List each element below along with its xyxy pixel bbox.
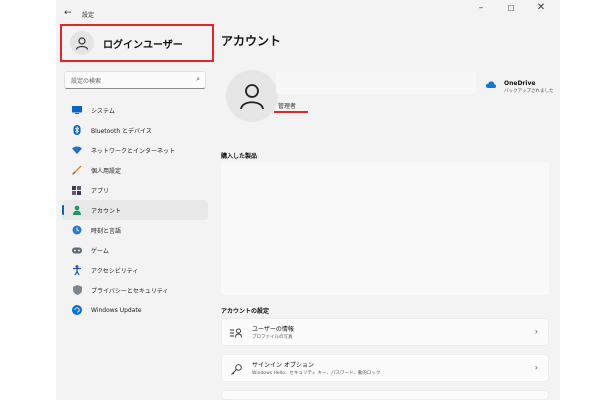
sidebar-nav: システム Bluetooth とデバイス ネットワークとインターネット 個人用設…	[62, 100, 208, 320]
system-icon	[72, 105, 82, 115]
sidebar-item-network[interactable]: ネットワークとインターネット	[62, 140, 208, 160]
card-subtitle: プロファイルの写真	[252, 335, 293, 340]
chevron-right-icon: ›	[534, 363, 538, 372]
sidebar-item-system[interactable]: システム	[62, 100, 208, 120]
sidebar-item-apps[interactable]: アプリ	[62, 180, 208, 200]
settings-window: ← 設定 – ☐ ✕ ログインユーザー 設定の検索 ⌕ システム Bluetoo…	[56, 0, 560, 400]
back-arrow-icon[interactable]: ←	[64, 8, 72, 18]
products-panel	[221, 162, 549, 295]
sidebar-item-gaming[interactable]: ゲーム	[62, 240, 208, 260]
sidebar-item-label: アカウント	[91, 207, 122, 215]
title-bar: ← 設定 – ☐ ✕	[56, 0, 560, 24]
search-icon: ⌕	[196, 75, 200, 83]
sidebar-item-label: システム	[91, 107, 115, 115]
search-placeholder: 設定の検索	[71, 78, 102, 85]
account-role: 管理者	[278, 103, 297, 110]
user-info-card[interactable]: ユーザーの情報 プロファイルの写真 ›	[221, 318, 549, 346]
windows-update-icon	[72, 305, 82, 315]
profile-avatar	[226, 70, 278, 122]
sidebar-item-bluetooth[interactable]: Bluetooth とデバイス	[62, 120, 208, 140]
time-language-icon	[72, 225, 82, 235]
highlight-underline	[274, 111, 308, 113]
sidebar-item-label: ネットワークとインターネット	[91, 147, 176, 155]
privacy-icon	[72, 285, 82, 295]
sidebar-item-accessibility[interactable]: アクセシビリティ	[62, 260, 208, 280]
sidebar-item-label: 個人用設定	[91, 167, 122, 175]
minimize-button[interactable]: –	[472, 3, 490, 13]
window-title: 設定	[82, 12, 95, 19]
page-title: アカウント	[221, 34, 282, 48]
person-icon	[75, 37, 89, 50]
accessibility-icon	[72, 265, 82, 275]
card-title: サインイン オプション	[252, 362, 314, 369]
accounts-icon	[72, 205, 82, 215]
section-title-account-settings: アカウントの設定	[221, 308, 270, 315]
bluetooth-icon	[72, 125, 82, 135]
sidebar-item-privacy[interactable]: プライバシーとセキュリティ	[62, 280, 208, 300]
next-card-partial[interactable]	[221, 390, 549, 400]
gaming-icon	[72, 245, 82, 255]
maximize-button[interactable]: ☐	[502, 4, 520, 13]
account-name-area	[276, 72, 476, 94]
onedrive-status: バックアップされました	[504, 89, 554, 94]
search-input[interactable]: 設定の検索 ⌕	[64, 71, 206, 89]
card-subtitle: Windows Hello、セキュリティ キー、パスワード、動的ロック	[252, 371, 381, 376]
chevron-right-icon: ›	[534, 327, 538, 336]
key-icon	[230, 363, 242, 375]
sign-in-options-card[interactable]: サインイン オプション Windows Hello、セキュリティ キー、パスワー…	[221, 354, 549, 382]
card-title: ユーザーの情報	[252, 326, 294, 333]
avatar	[70, 31, 94, 55]
sidebar-item-label: プライバシーとセキュリティ	[91, 287, 169, 295]
sidebar-item-accounts[interactable]: アカウント	[62, 200, 208, 220]
user-info-icon	[230, 327, 242, 339]
apps-icon	[72, 185, 82, 195]
sidebar-item-label: ゲーム	[91, 247, 109, 255]
sidebar-item-label: Bluetooth とデバイス	[91, 127, 152, 135]
sidebar-item-label: アクセシビリティ	[91, 267, 139, 275]
onedrive-cloud-icon	[486, 81, 496, 88]
sidebar-item-label: Windows Update	[91, 306, 142, 314]
sidebar-item-personalization[interactable]: 個人用設定	[62, 160, 208, 180]
sidebar-item-windows-update[interactable]: Windows Update	[62, 300, 208, 320]
user-name: ログインユーザー	[103, 39, 183, 51]
onedrive-title[interactable]: OneDrive	[504, 80, 535, 87]
sidebar-item-label: アプリ	[91, 187, 110, 195]
personalization-icon	[72, 165, 82, 175]
sidebar-item-time-language[interactable]: 時刻と言語	[62, 220, 208, 240]
person-icon	[240, 84, 264, 110]
network-icon	[72, 145, 82, 155]
section-title-products: 購入した製品	[221, 153, 258, 160]
close-button[interactable]: ✕	[532, 2, 550, 13]
sidebar-item-label: 時刻と言語	[91, 227, 122, 235]
user-header[interactable]: ログインユーザー	[60, 24, 214, 62]
